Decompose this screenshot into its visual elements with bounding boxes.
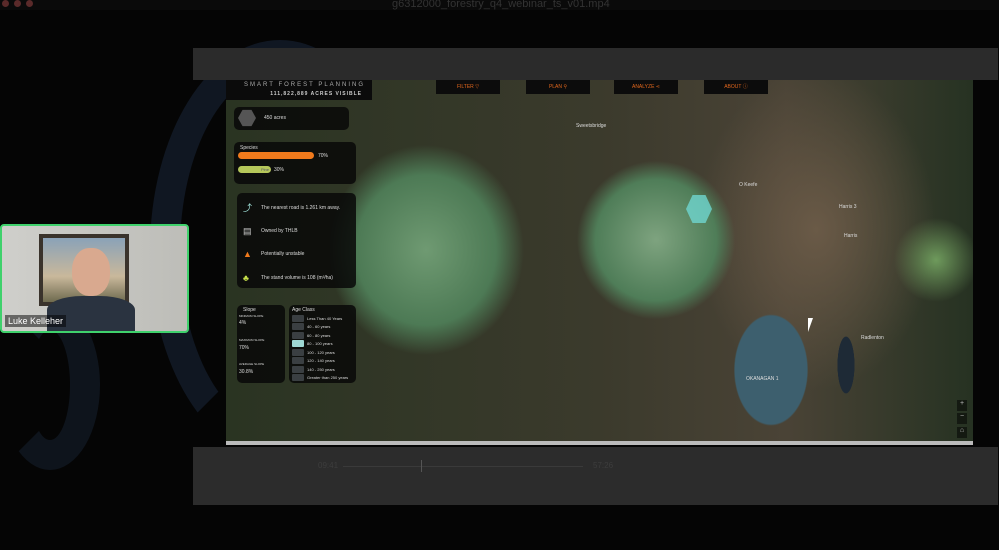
age-class-item[interactable]: 100 - 120 years [292, 348, 353, 357]
zoom-in-button[interactable]: + [957, 400, 967, 411]
participant-head [72, 248, 110, 296]
species-pct-1: 70% [318, 153, 329, 159]
age-class-label: 100 - 120 years [307, 349, 335, 355]
stand-area: 450 acres [264, 115, 286, 121]
total-time: 57:26 [593, 461, 614, 470]
species-label-2: Pine [260, 167, 269, 172]
age-class-swatch [292, 340, 304, 348]
tree-icon: ♣ [243, 273, 249, 283]
nearest-road-text: The nearest road is 1.261 km away. [261, 205, 341, 211]
ownership-text: Owned by THLB [261, 228, 298, 234]
species-bar-1 [238, 152, 314, 159]
age-class-item[interactable]: 80 - 100 years [292, 340, 353, 349]
window-title: g6312000_forestry_q4_webinar_ts_v01.mp4 [392, 0, 610, 10]
age-class-swatch [292, 365, 304, 373]
stand-info-panel: ⤴ The nearest road is 1.261 km away. ▤ Own… [237, 193, 356, 288]
selected-stand-hexagon[interactable] [686, 195, 712, 223]
minimize-window-button[interactable] [14, 0, 21, 7]
avg-slope-value: 30.8% [239, 369, 254, 375]
filter-label: FILTER [456, 84, 474, 90]
mountain-warning-icon: ▲ [243, 249, 252, 259]
analyze-label: ANALYZE [631, 84, 655, 90]
age-class-label: 140 - 250 years [307, 366, 335, 372]
species-title: Species [240, 145, 258, 151]
min-slope-label: MINIMUM SLOPE [239, 314, 264, 318]
app-title: SMART FOREST PLANNING [244, 82, 366, 88]
age-class-swatch [292, 348, 304, 356]
app-header: SMART FOREST PLANNING 111,822,889 ACRES … [226, 80, 372, 100]
participant-video-tile[interactable]: Luke Kelleher [0, 224, 189, 333]
avg-slope-label: AVERAGE SLOPE [239, 362, 265, 366]
age-class-panel: Age Class Less Than 40 Years 40 - 60 year… [289, 305, 356, 383]
age-class-item[interactable]: 120 - 140 years [292, 357, 353, 366]
plan-label: PLAN [548, 84, 562, 90]
stand-volume-text: The stand volume is 108 (m³/ha) [261, 275, 333, 281]
map-place-label: Harris [844, 233, 858, 239]
home-button[interactable]: ⌂ [957, 427, 967, 438]
map-place-label: O Keefe [739, 182, 758, 188]
about-button[interactable]: ABOUT ⓘ [704, 80, 768, 94]
slope-panel: Slope MINIMUM SLOPE 4% MAXIMUM SLOPE 70%… [237, 305, 285, 383]
acres-visible: 111,822,889 ACRES VISIBLE [270, 91, 362, 97]
maximize-window-button[interactable] [26, 0, 33, 7]
age-class-item[interactable]: 140 - 250 years [292, 365, 353, 374]
map-attribution-bar [226, 441, 973, 445]
age-class-item[interactable]: Less Than 40 Years [292, 314, 353, 323]
road-icon: ⤴ [243, 203, 253, 213]
funnel-icon: ▽ [475, 84, 480, 90]
map-place-label: OKANAGAN 1 [746, 376, 779, 382]
slope-title: Slope [243, 307, 256, 313]
species-panel: Species 70% Pine 30% [234, 142, 356, 184]
about-label: ABOUT [724, 84, 742, 90]
age-class-swatch [292, 357, 304, 365]
info-icon: ⓘ [742, 84, 748, 90]
map-place-label: Harris 3 [839, 204, 857, 210]
stability-text: Potentially unstable [261, 251, 305, 257]
current-time: 09:41 [318, 461, 339, 470]
map-place-label: Sweetsbridge [576, 123, 607, 129]
close-window-button[interactable] [2, 0, 9, 7]
seek-handle[interactable] [421, 460, 422, 472]
min-slope-value: 4% [239, 320, 247, 326]
home-icon: ⌂ [959, 427, 965, 434]
map-place-label: Radlenton [861, 335, 884, 341]
max-slope-value: 70% [239, 345, 250, 351]
mouse-cursor [808, 318, 818, 332]
participant-name: Luke Kelleher [5, 315, 67, 327]
window-titlebar: g6312000_forestry_q4_webinar_ts_v01.mp4 [0, 0, 999, 10]
age-class-title: Age Class [292, 307, 315, 313]
age-class-label: Less Than 40 Years [307, 315, 343, 321]
hexagon-icon [238, 109, 256, 127]
age-class-swatch [292, 314, 304, 322]
age-class-item[interactable]: 60 - 80 years [292, 331, 353, 340]
video-top-bar [193, 48, 998, 80]
age-class-label: 120 - 140 years [307, 358, 335, 364]
plan-button[interactable]: PLAN ⚲ [526, 80, 590, 94]
zoom-out-button[interactable]: − [957, 413, 967, 424]
age-class-label: 40 - 60 years [307, 324, 331, 330]
age-class-swatch [292, 331, 304, 339]
stand-area-panel: 450 acres [234, 107, 349, 130]
forest-map[interactable]: SMART FOREST PLANNING 111,822,889 ACRES … [226, 80, 973, 445]
species-pct-2: 30% [274, 167, 285, 173]
age-class-item[interactable]: 40 - 60 years [292, 323, 353, 332]
age-class-label: 80 - 100 years [307, 341, 333, 347]
filter-button[interactable]: FILTER ▽ [436, 80, 500, 94]
video-player-controls: 09:41 57:26 [193, 447, 998, 505]
document-icon: ▤ [243, 226, 252, 236]
age-class-label: Greater than 250 years [307, 375, 349, 381]
age-class-label: 60 - 80 years [307, 332, 331, 338]
age-class-swatch [292, 374, 304, 382]
species-bar-2: Pine [238, 166, 271, 173]
seek-bar[interactable] [343, 460, 583, 472]
share-icon: ⋖ [655, 84, 660, 90]
search-icon: ⚲ [563, 84, 568, 90]
age-class-item[interactable]: Greater than 250 years [292, 374, 353, 383]
max-slope-label: MAXIMUM SLOPE [239, 338, 265, 342]
analyze-button[interactable]: ANALYZE ⋖ [614, 80, 678, 94]
age-class-swatch [292, 323, 304, 331]
